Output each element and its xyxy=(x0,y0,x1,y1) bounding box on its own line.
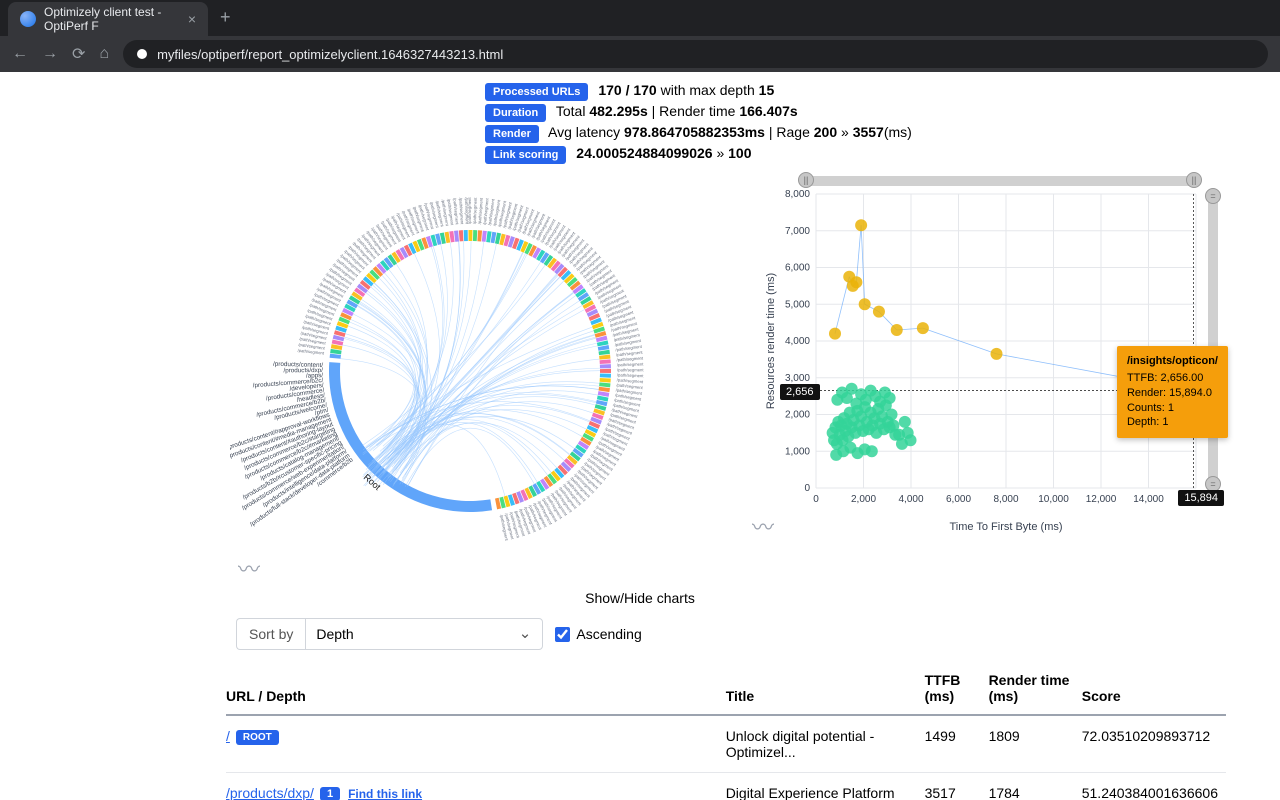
url-text: myfiles/optiperf/report_optimizelyclient… xyxy=(157,47,503,62)
url-bar[interactable]: myfiles/optiperf/report_optimizelyclient… xyxy=(123,40,1268,68)
slider-handle-icon[interactable]: || xyxy=(1186,172,1202,188)
cell-render: 1784 xyxy=(989,773,1082,800)
svg-text:14,000: 14,000 xyxy=(1133,494,1164,505)
x-crosshair-label: 15,894 xyxy=(1178,490,1224,506)
svg-text:2,000: 2,000 xyxy=(851,494,876,505)
y-range-slider[interactable]: = = xyxy=(1208,192,1218,488)
cell-ttfb: 3517 xyxy=(925,773,989,800)
svg-text:Time To First Byte (ms): Time To First Byte (ms) xyxy=(949,521,1062,533)
charts-row: /products/content//products/dxp//apps//p… xyxy=(0,170,1280,586)
forward-icon[interactable]: → xyxy=(42,45,58,63)
page-content: Processed URLs 170 / 170 with max depth … xyxy=(0,72,1280,800)
cell-score: 51.240384001636606 xyxy=(1082,773,1226,800)
site-info-icon xyxy=(137,49,147,59)
slider-handle-icon[interactable]: = xyxy=(1205,188,1221,204)
scatter-tooltip: /insights/opticon/ TTFB: 2,656.00 Render… xyxy=(1117,346,1228,438)
sort-by-label: Sort by xyxy=(236,618,305,650)
svg-text:4,000: 4,000 xyxy=(785,336,810,347)
browser-tab-strip: Optimizely client test - OptiPerf F × + xyxy=(0,0,1280,36)
svg-text:12,000: 12,000 xyxy=(1086,494,1117,505)
home-icon[interactable]: ⌂ xyxy=(99,45,109,63)
x-range-slider[interactable]: || || xyxy=(806,176,1194,186)
url-link[interactable]: /products/dxp/ xyxy=(226,785,314,800)
tooltip-title: /insights/opticon/ xyxy=(1127,354,1218,369)
svg-text:Resources render time (ms): Resources render time (ms) xyxy=(765,273,777,409)
table-row: /products/dxp/1 Find this link Digital Exp… xyxy=(226,773,1226,800)
cell-render: 1809 xyxy=(989,715,1082,773)
stat-render: Render Avg latency 978.864705882353ms | … xyxy=(485,124,1280,143)
url-link[interactable]: / xyxy=(226,728,230,744)
badge-score: Link scoring xyxy=(485,146,566,164)
ascending-input[interactable] xyxy=(555,627,570,642)
svg-text:0: 0 xyxy=(813,494,819,505)
th-render[interactable]: Render time (ms) xyxy=(989,662,1082,715)
browser-tab[interactable]: Optimizely client test - OptiPerf F × xyxy=(8,2,208,36)
chord-chart[interactable]: /products/content//products/dxp//apps//p… xyxy=(230,176,740,586)
svg-text:5,000: 5,000 xyxy=(785,299,810,310)
svg-text:8,000: 8,000 xyxy=(993,494,1018,505)
sort-select[interactable]: Depth xyxy=(305,618,543,650)
svg-text:3,000: 3,000 xyxy=(785,373,810,384)
cell-ttfb: 1499 xyxy=(925,715,989,773)
th-url[interactable]: URL / Depth xyxy=(226,662,726,715)
scatter-chart[interactable]: || || = = 0 2,000 4,000 6,000 8,000 10,000 12,… xyxy=(760,176,1220,536)
th-ttfb[interactable]: TTFB (ms) xyxy=(925,662,989,715)
stat-processed: Processed URLs 170 / 170 with max depth … xyxy=(485,82,1280,101)
svg-text:1,000: 1,000 xyxy=(785,446,810,457)
badge-render: Render xyxy=(485,125,539,143)
svg-text:6,000: 6,000 xyxy=(785,263,810,274)
sparkline-icon: 〰︎ xyxy=(238,552,260,584)
cell-score: 72.03510209893712 xyxy=(1082,715,1226,773)
svg-text:6,000: 6,000 xyxy=(946,494,971,505)
y-crosshair-label: 2,656 xyxy=(780,384,820,400)
cell-title: Unlock digital potential - Optimizel... xyxy=(726,715,925,773)
results-table: URL / Depth Title TTFB (ms) Render time … xyxy=(226,662,1226,800)
tab-title: Optimizely client test - OptiPerf F xyxy=(44,5,176,33)
slider-handle-icon[interactable]: || xyxy=(798,172,814,188)
th-title[interactable]: Title xyxy=(726,662,925,715)
table-row: / ROOT Unlock digital potential - Optimize… xyxy=(226,715,1226,773)
depth-badge: 1 xyxy=(320,787,340,800)
stats-block: Processed URLs 170 / 170 with max depth … xyxy=(0,72,1280,170)
badge-duration: Duration xyxy=(485,104,546,122)
favicon-icon xyxy=(20,11,36,27)
stat-duration: Duration Total 482.295s | Render time 16… xyxy=(485,103,1280,122)
reload-icon[interactable]: ⟳ xyxy=(72,44,85,64)
back-icon[interactable]: ← xyxy=(12,45,28,63)
svg-text:8,000: 8,000 xyxy=(785,189,810,200)
badge-processed: Processed URLs xyxy=(485,83,588,101)
svg-text:0: 0 xyxy=(804,483,810,494)
find-link[interactable]: Find this link xyxy=(348,787,422,800)
ascending-checkbox[interactable]: Ascending xyxy=(555,626,641,642)
sparkline-icon: 〰︎ xyxy=(752,510,774,542)
cell-title: Digital Experience Platform (DXP) - ... xyxy=(726,773,925,800)
th-score[interactable]: Score xyxy=(1082,662,1226,715)
browser-toolbar: ← → ⟳ ⌂ myfiles/optiperf/report_optimize… xyxy=(0,36,1280,72)
svg-text:10,000: 10,000 xyxy=(1038,494,1069,505)
svg-text:7,000: 7,000 xyxy=(785,226,810,237)
new-tab-button[interactable]: + xyxy=(208,0,243,36)
root-badge: ROOT xyxy=(236,730,279,745)
sort-controls: Sort by Depth Ascending xyxy=(0,614,1280,662)
svg-text:4,000: 4,000 xyxy=(898,494,923,505)
stat-score: Link scoring 24.000524884099026 » 100 xyxy=(485,145,1280,164)
close-icon[interactable]: × xyxy=(188,11,196,27)
svg-text:2,000: 2,000 xyxy=(785,410,810,421)
toggle-charts-link[interactable]: Show/Hide charts xyxy=(0,586,1280,614)
